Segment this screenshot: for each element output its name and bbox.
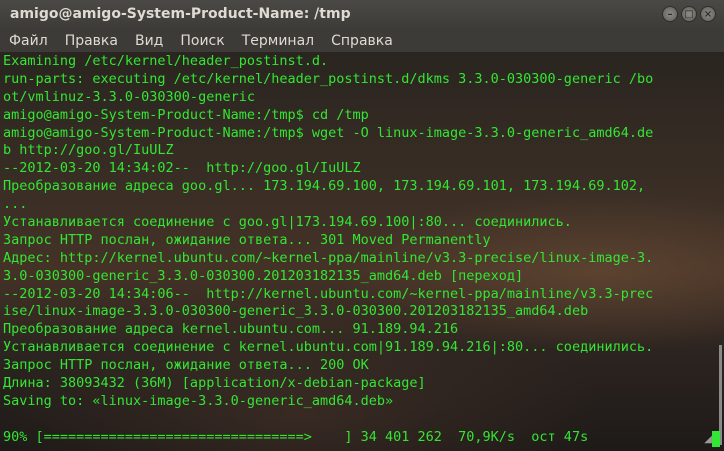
terminal-line: Examining /etc/kernel/header_postinst.d. xyxy=(3,53,329,69)
terminal-area[interactable]: Examining /etc/kernel/header_postinst.d.… xyxy=(0,52,724,451)
terminal-line: Устанавливается соединение с kernel.ubun… xyxy=(3,339,654,356)
terminal-line: amigo@amigo-System-Product-Name:/tmp$ cd… xyxy=(3,106,369,123)
terminal-line: 3.0-030300-generic_3.3.0-030300.20120318… xyxy=(3,267,524,284)
window-controls: – □ × xyxy=(662,6,716,22)
terminal-line: Устанавливается соединение с goo.gl|173.… xyxy=(3,214,572,231)
menu-bar: Файл Правка Вид Поиск Терминал Справка xyxy=(0,30,724,52)
menu-search[interactable]: Поиск xyxy=(171,33,232,49)
minimize-button[interactable]: – xyxy=(662,6,678,22)
scrollbar[interactable] xyxy=(719,345,722,445)
menu-view[interactable]: Вид xyxy=(126,33,171,49)
terminal-line: Запрос HTTP послан, ожидание ответа... 3… xyxy=(3,231,491,248)
window-title: amigo@amigo-System-Product-Name: /tmp xyxy=(10,6,351,22)
terminal-line: --2012-03-20 14:34:02-- http://goo.gl/Iu… xyxy=(3,160,361,177)
terminal-window: amigo@amigo-System-Product-Name: /tmp – … xyxy=(0,0,724,451)
terminal-line: Saving to: «linux-image-3.3.0-generic_am… xyxy=(3,392,394,409)
maximize-button[interactable]: □ xyxy=(681,6,697,22)
title-bar[interactable]: amigo@amigo-System-Product-Name: /tmp – … xyxy=(0,0,724,30)
terminal-output: Examining /etc/kernel/header_postinst.d.… xyxy=(3,53,653,447)
resize-grip-icon[interactable]: ◢ xyxy=(704,434,712,445)
terminal-line: Преобразование адреса goo.gl... 173.194.… xyxy=(3,178,646,195)
close-button[interactable]: × xyxy=(700,6,716,22)
text-cursor xyxy=(712,431,720,447)
terminal-line: ot/vmlinuz-3.3.0-030300-generic xyxy=(3,88,255,105)
terminal-line: Преобразование адреса kernel.ubuntu.com.… xyxy=(3,321,459,338)
menu-help[interactable]: Справка xyxy=(322,33,401,49)
menu-terminal[interactable]: Терминал xyxy=(233,33,322,49)
terminal-line: Адрес: http://kernel.ubuntu.com/~kernel-… xyxy=(3,249,654,266)
menu-edit[interactable]: Правка xyxy=(56,33,126,49)
terminal-line: ... xyxy=(3,196,28,213)
terminal-line: Запрос HTTP послан, ожидание ответа... 2… xyxy=(3,357,369,374)
terminal-line: amigo@amigo-System-Product-Name:/tmp$ wg… xyxy=(3,124,654,141)
terminal-line: Длина: 38093432 (36M) [application/x-deb… xyxy=(3,375,426,392)
terminal-line: b http://goo.gl/IuULZ xyxy=(3,142,174,159)
terminal-line: --2012-03-20 14:34:06-- http://kernel.ub… xyxy=(3,285,654,302)
terminal-line: ise/linux-image-3.3.0-030300-generic_3.3… xyxy=(3,303,589,320)
terminal-line: run-parts: executing /etc/kernel/header_… xyxy=(3,70,654,87)
download-progress-line: 90% [================================> ]… xyxy=(3,428,589,445)
menu-file[interactable]: Файл xyxy=(0,33,56,49)
